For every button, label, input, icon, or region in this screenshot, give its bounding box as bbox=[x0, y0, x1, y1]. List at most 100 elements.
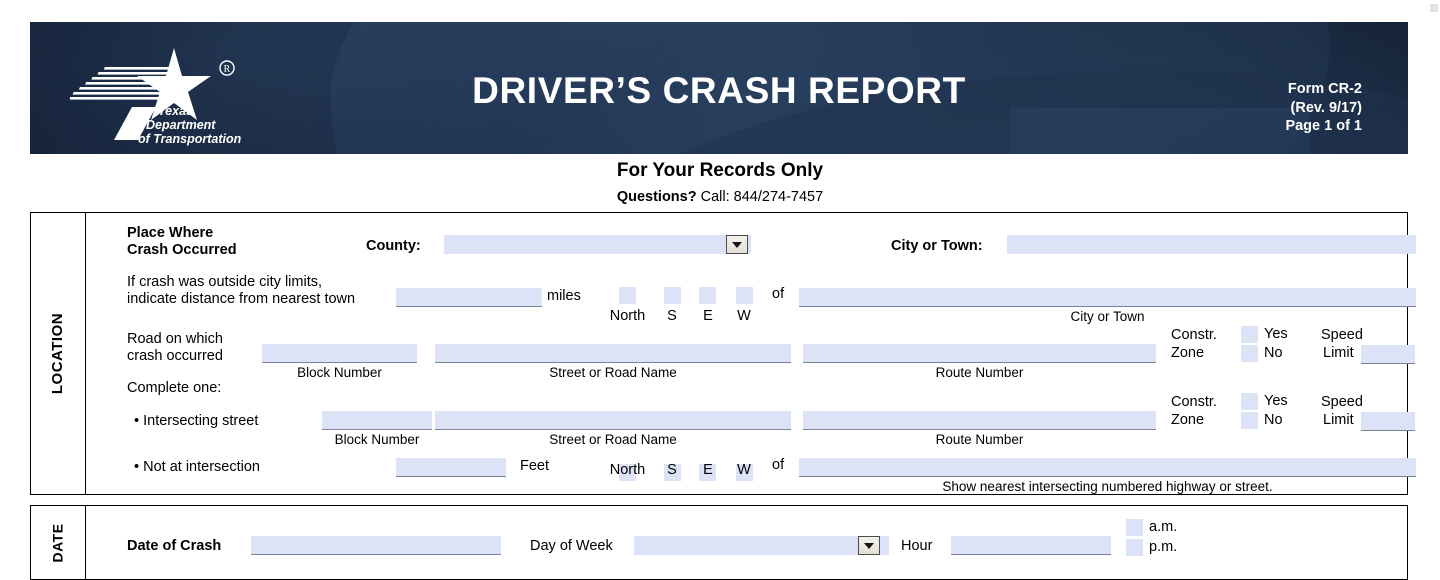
hour-input[interactable] bbox=[951, 536, 1111, 555]
outside-limits-line2: indicate distance from nearest town bbox=[127, 291, 356, 307]
intersecting-route-number-input[interactable] bbox=[803, 411, 1156, 430]
questions-label: Questions? bbox=[616, 189, 697, 205]
outside-limits-line1: If crash was outside city limits, bbox=[127, 274, 322, 290]
intersecting-block-number-caption: Block Number bbox=[334, 432, 420, 447]
feet-input[interactable] bbox=[396, 458, 506, 477]
speed-limit-label-line1-row2: Speed bbox=[1321, 394, 1363, 410]
direction-north-label: North bbox=[609, 308, 646, 324]
logo-text-line2: Department bbox=[146, 118, 216, 132]
intersecting-street-name-caption: Street or Road Name bbox=[549, 432, 677, 447]
speed-limit-label-line2-row1: Limit bbox=[1323, 345, 1354, 361]
direction-south-checkbox[interactable] bbox=[664, 287, 681, 304]
speed-limit-input-row2[interactable] bbox=[1361, 412, 1415, 431]
day-of-week-input[interactable] bbox=[634, 536, 889, 555]
road-block-number-caption: Block Number bbox=[297, 365, 382, 380]
constr-zone-yes-checkbox-row2[interactable] bbox=[1241, 393, 1258, 410]
road-street-name-input[interactable] bbox=[435, 344, 791, 363]
nearest-town-caption: City or Town bbox=[1070, 309, 1145, 324]
date-section-label: DATE bbox=[31, 506, 86, 579]
page-title: DRIVER’S CRASH REPORT bbox=[472, 70, 966, 111]
records-only-heading: For Your Records Only bbox=[616, 160, 824, 181]
hour-label: Hour bbox=[901, 538, 933, 554]
direction2-south-label: S bbox=[667, 462, 677, 478]
city-or-town-input[interactable] bbox=[1007, 235, 1416, 254]
chevron-down-icon bbox=[864, 542, 874, 549]
direction-south-label: S bbox=[667, 308, 677, 324]
of-label-1: of bbox=[772, 286, 785, 302]
constr-zone-no-checkbox-row1[interactable] bbox=[1241, 345, 1258, 362]
constr-zone-yes-label-row2: Yes bbox=[1264, 393, 1288, 409]
direction2-west-label: W bbox=[737, 462, 751, 478]
county-input[interactable] bbox=[444, 235, 751, 254]
logo-text-line3: of Transportation bbox=[138, 132, 242, 146]
constr-zone-label-line1-row1: Constr. bbox=[1171, 327, 1217, 343]
county-dropdown-button[interactable] bbox=[726, 235, 748, 254]
direction-east-label: E bbox=[703, 308, 713, 324]
constr-zone-label-line2-row1: Zone bbox=[1171, 345, 1205, 361]
intersecting-street-name-input[interactable] bbox=[435, 411, 791, 430]
constr-zone-yes-checkbox-row1[interactable] bbox=[1241, 326, 1258, 343]
form-meta: Form CR-2 (Rev. 9/17) Page 1 of 1 bbox=[1285, 80, 1362, 136]
page-corner-mark bbox=[1430, 4, 1438, 12]
questions-phone: Call: 844/274-7457 bbox=[696, 189, 824, 205]
banner-decoration-block bbox=[1010, 108, 1310, 154]
form-page-number: Page 1 of 1 bbox=[1285, 118, 1362, 134]
day-of-week-dropdown-button[interactable] bbox=[858, 536, 880, 555]
direction-west-label: W bbox=[737, 308, 751, 324]
intersecting-route-number-caption: Route Number bbox=[935, 432, 1024, 447]
road-route-number-caption: Route Number bbox=[935, 365, 1024, 380]
city-or-town-label: City or Town: bbox=[891, 238, 983, 254]
feet-label: Feet bbox=[520, 458, 550, 474]
day-of-week-label: Day of Week bbox=[530, 538, 613, 554]
direction2-east-label: E bbox=[703, 462, 713, 478]
miles-label: miles bbox=[547, 288, 581, 304]
speed-limit-label-line2-row2: Limit bbox=[1323, 412, 1354, 428]
date-of-crash-input[interactable] bbox=[251, 536, 501, 555]
chevron-down-icon bbox=[732, 241, 742, 248]
not-at-intersection-label: • Not at intersection bbox=[134, 459, 260, 475]
complete-one-label: Complete one: bbox=[127, 380, 222, 396]
direction2-north-label: North bbox=[609, 462, 646, 478]
direction-west-checkbox[interactable] bbox=[736, 287, 753, 304]
intersecting-block-number-input[interactable] bbox=[322, 411, 432, 430]
pm-label: p.m. bbox=[1149, 539, 1178, 555]
location-section-body: Place Where Crash Occurred County: City … bbox=[86, 213, 1416, 494]
constr-zone-no-checkbox-row2[interactable] bbox=[1241, 412, 1258, 429]
intersecting-street-label: • Intersecting street bbox=[134, 413, 259, 429]
speed-limit-input-row1[interactable] bbox=[1361, 345, 1415, 364]
constr-zone-no-label-row2: No bbox=[1264, 412, 1283, 428]
place-where-label-line2: Crash Occurred bbox=[127, 242, 237, 258]
am-checkbox[interactable] bbox=[1126, 519, 1143, 536]
constr-zone-yes-label-row1: Yes bbox=[1264, 326, 1288, 342]
of-label-2: of bbox=[772, 457, 785, 473]
nearest-highway-caption: Show nearest intersecting numbered highw… bbox=[942, 479, 1273, 494]
road-label-line2: crash occurred bbox=[127, 348, 223, 364]
speed-limit-label-line1-row1: Speed bbox=[1321, 327, 1363, 343]
place-where-label-line1: Place Where bbox=[127, 225, 214, 241]
constr-zone-label-line1-row2: Constr. bbox=[1171, 394, 1217, 410]
road-label-line1: Road on which bbox=[127, 331, 223, 347]
constr-zone-label-line2-row2: Zone bbox=[1171, 412, 1205, 428]
date-of-crash-label: Date of Crash bbox=[127, 538, 222, 554]
road-street-name-caption: Street or Road Name bbox=[549, 365, 677, 380]
direction-east-checkbox[interactable] bbox=[699, 287, 716, 304]
road-route-number-input[interactable] bbox=[803, 344, 1156, 363]
location-section-label-text: LOCATION bbox=[49, 312, 67, 395]
constr-zone-no-label-row1: No bbox=[1264, 345, 1283, 361]
form-revision: (Rev. 9/17) bbox=[1290, 99, 1362, 116]
direction-north-checkbox[interactable] bbox=[619, 287, 636, 304]
nearest-highway-input[interactable] bbox=[799, 458, 1416, 477]
form-number: Form CR-2 bbox=[1287, 81, 1362, 97]
pm-checkbox[interactable] bbox=[1126, 539, 1143, 556]
county-label: County: bbox=[366, 238, 421, 254]
am-label: a.m. bbox=[1149, 519, 1178, 535]
date-section-body: Date of Crash Day of Week Hour a.m. p.m. bbox=[86, 506, 1407, 579]
nearest-town-input[interactable] bbox=[799, 288, 1416, 307]
location-section-label: LOCATION bbox=[31, 213, 86, 494]
date-section: DATE Date of Crash Day of Week Hour a.m.… bbox=[30, 505, 1408, 580]
header-banner: R Texas Department of Transportation DRI… bbox=[30, 22, 1408, 154]
road-block-number-input[interactable] bbox=[262, 344, 417, 363]
date-section-label-text: DATE bbox=[49, 522, 66, 563]
location-section: LOCATION Place Where Crash Occurred Coun… bbox=[30, 212, 1416, 495]
distance-miles-input[interactable] bbox=[396, 288, 542, 307]
